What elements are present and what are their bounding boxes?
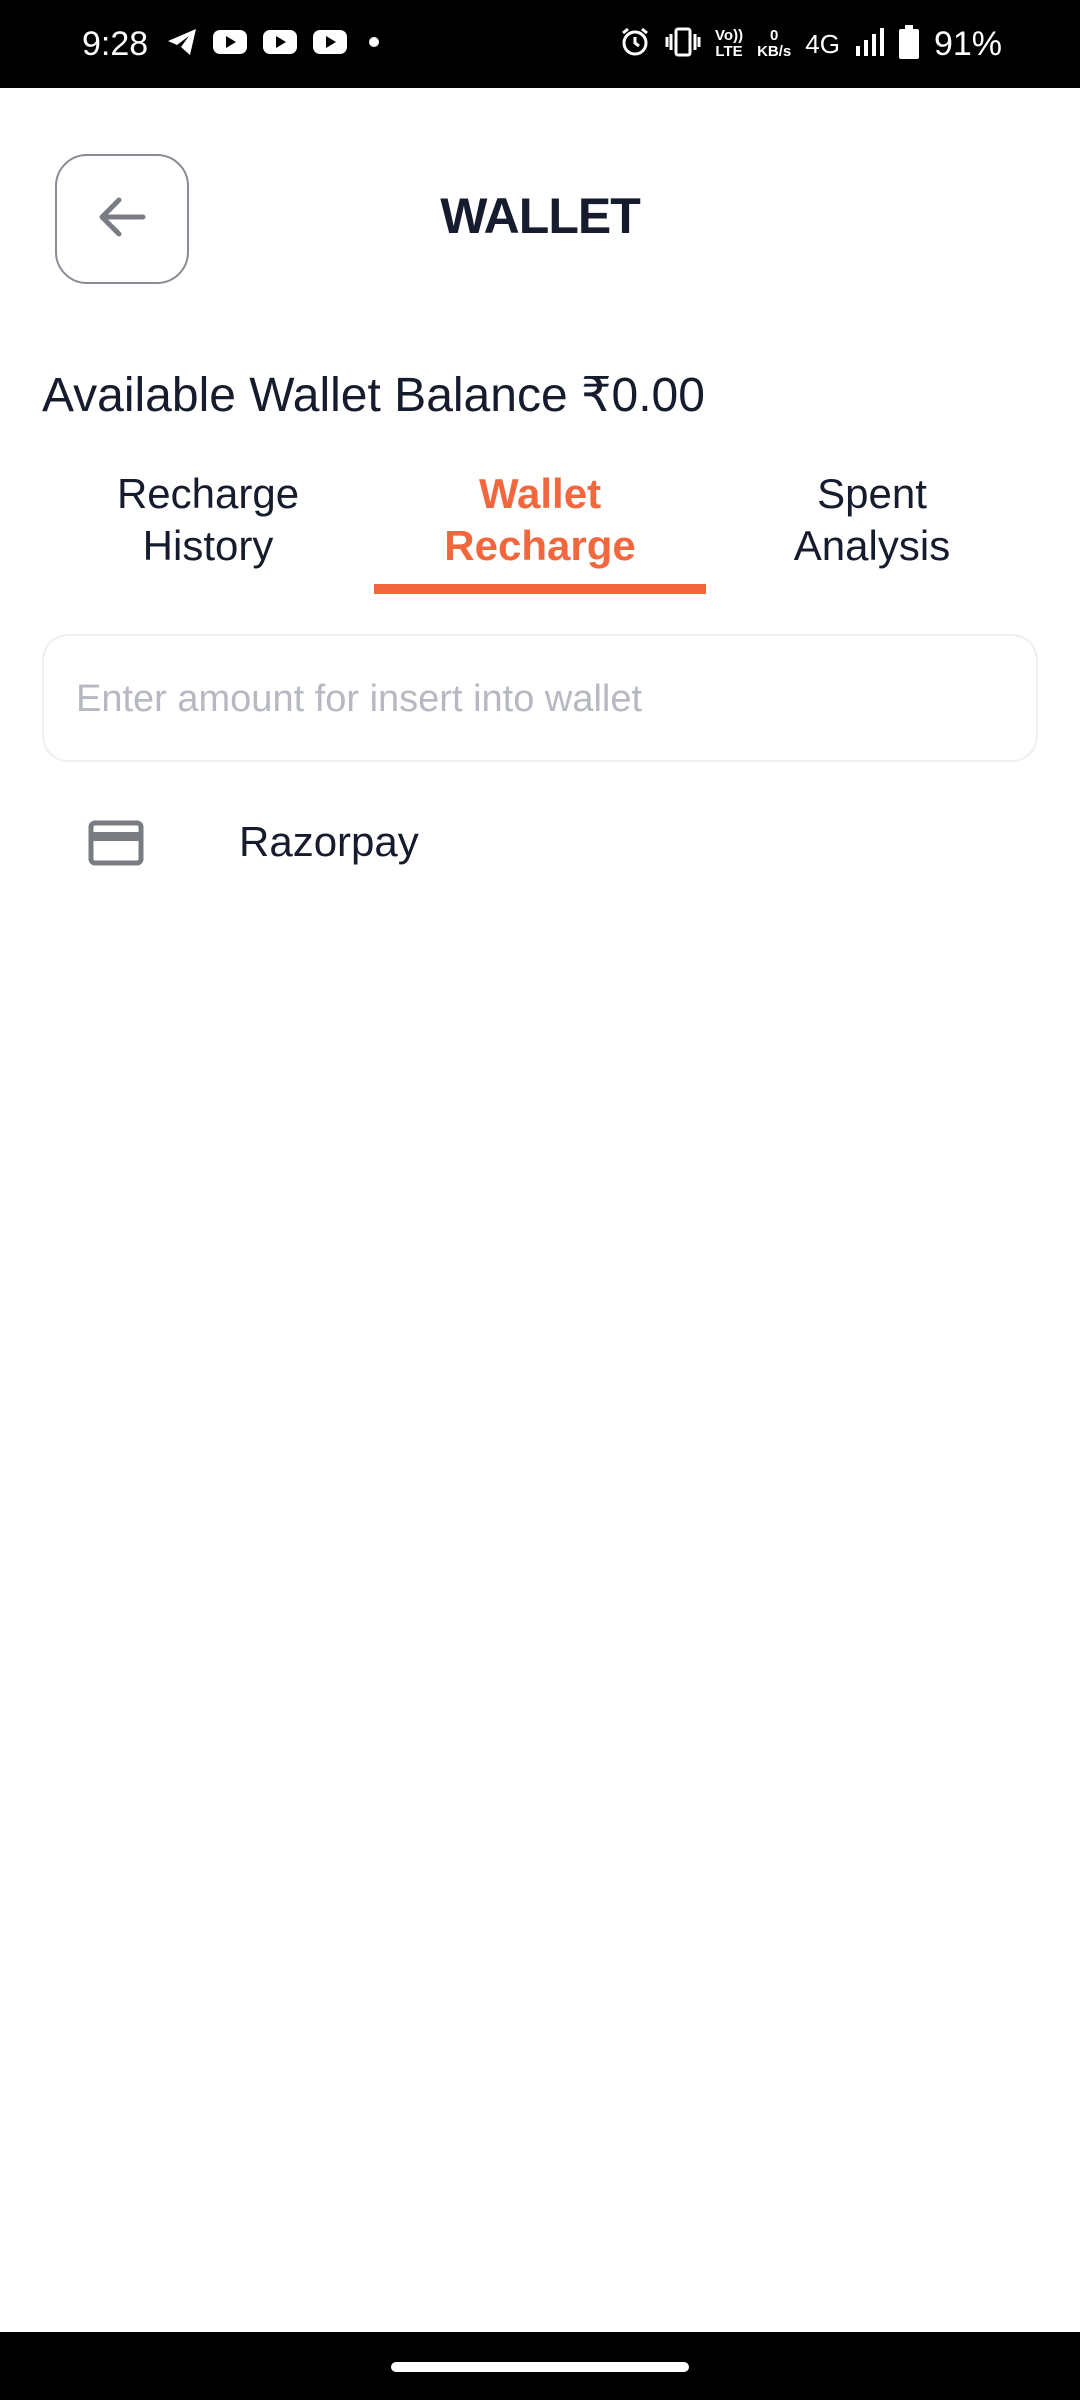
volte-indicator: Vo)) LTE [715, 28, 743, 60]
status-bar: 9:28 Vo)) LTE 0 KB/s 4G 91% [0, 0, 1080, 88]
volte-top: Vo)) [715, 27, 744, 44]
alarm-icon [619, 26, 651, 63]
system-icons: Vo)) LTE 0 KB/s 4G 91% [619, 20, 1002, 68]
status-time: 9:28 [82, 25, 149, 63]
tab-label-line1: Spent [817, 470, 927, 517]
youtube-icon [212, 28, 248, 61]
net-speed: 0 KB/s [757, 28, 791, 60]
amount-field [42, 634, 1038, 762]
notification-icons [166, 26, 386, 62]
tab-label-line1: Recharge [116, 470, 300, 517]
net-speed-value: 0 [769, 27, 779, 44]
network-type: 4G [805, 28, 840, 59]
home-indicator[interactable] [391, 2362, 689, 2372]
tab-wallet-recharge[interactable]: Wallet Recharge [374, 468, 706, 596]
amount-input[interactable] [74, 636, 1008, 762]
wallet-tabs: Recharge History Wallet Recharge Spent A… [42, 468, 1038, 596]
credit-card-icon [88, 820, 144, 866]
wallet-balance: Available Wallet Balance ₹0.00 [42, 369, 705, 422]
volte-bottom: LTE [715, 43, 743, 60]
page-title: WALLET [440, 188, 641, 244]
system-nav-bar [0, 2332, 1080, 2400]
tab-recharge-history[interactable]: Recharge History [42, 468, 374, 596]
tab-spent-analysis[interactable]: Spent Analysis [706, 468, 1038, 596]
tab-label-line2: Analysis [793, 522, 951, 569]
tab-label-line1: Wallet [478, 470, 602, 517]
payment-option-razorpay[interactable]: Razorpay [42, 796, 1038, 896]
active-tab-indicator [374, 584, 706, 594]
net-speed-unit: KB/s [757, 43, 792, 60]
vibrate-icon [665, 26, 701, 63]
tab-label-line2: Recharge [444, 522, 636, 569]
battery-percent: 91% [933, 24, 1002, 63]
signal-icon [854, 26, 884, 63]
youtube-icon [312, 28, 348, 61]
battery-icon [898, 24, 920, 65]
telegram-icon [166, 27, 198, 62]
payment-label: Razorpay [239, 818, 419, 865]
dot-icon [362, 28, 386, 61]
youtube-icon [262, 28, 298, 61]
tab-label-line2: History [142, 522, 274, 569]
